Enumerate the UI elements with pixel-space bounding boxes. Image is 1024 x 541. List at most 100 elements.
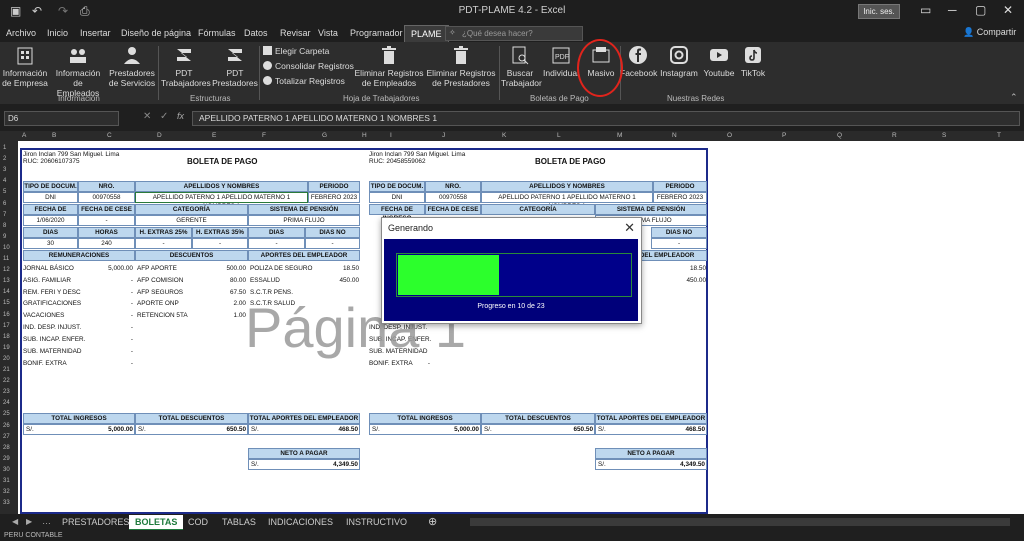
column-header[interactable]: C — [107, 132, 112, 139]
row-header[interactable]: 8 — [3, 223, 6, 229]
column-header[interactable]: T — [997, 132, 1001, 139]
tab-vista[interactable]: Vista — [318, 28, 338, 38]
column-header[interactable]: K — [502, 132, 506, 139]
formula-input[interactable]: APELLIDO PATERNO 1 APELLIDO MATERNO 1 NO… — [192, 111, 1020, 126]
youtube-button[interactable]: Youtube — [702, 44, 736, 78]
pdt-trabajadores-button[interactable]: PDT Trabajadores — [161, 44, 211, 88]
scroll-left-icon[interactable]: ◀ — [12, 517, 18, 526]
value-nombre[interactable]: APELLIDO PATERNO 1 APELLIDO MATERNO 1 NO… — [135, 192, 308, 210]
row-header[interactable]: 27 — [3, 434, 10, 440]
row-header[interactable]: 17 — [3, 323, 10, 329]
row-header[interactable]: 31 — [3, 478, 10, 484]
row-header[interactable]: 19 — [3, 345, 10, 351]
pdt-prestadores-button[interactable]: PDT Prestadores — [212, 44, 258, 88]
row-header[interactable]: 9 — [3, 234, 6, 240]
row-header[interactable]: 28 — [3, 445, 10, 451]
cancel-icon[interactable]: ✕ — [143, 111, 151, 122]
sheet-tab-cod[interactable]: COD — [182, 515, 214, 529]
row-header[interactable]: 20 — [3, 356, 10, 362]
tab-plame[interactable]: PLAME — [404, 25, 449, 43]
more-sheets-icon[interactable]: … — [42, 516, 51, 526]
column-header[interactable]: G — [322, 132, 327, 139]
column-header[interactable]: A — [22, 132, 26, 139]
row-header[interactable]: 30 — [3, 467, 10, 473]
tiktok-button[interactable]: TikTok — [738, 44, 768, 78]
row-header[interactable]: 3 — [3, 167, 6, 173]
row-header[interactable]: 26 — [3, 423, 10, 429]
row-header[interactable]: 23 — [3, 389, 10, 395]
row-header[interactable]: 4 — [3, 178, 6, 184]
column-header[interactable]: L — [557, 132, 561, 139]
collapse-ribbon-icon[interactable]: ⌃ — [1010, 92, 1018, 103]
sheet-tab-instructivo[interactable]: INSTRUCTIVO — [340, 515, 413, 529]
row-header[interactable]: 6 — [3, 201, 6, 207]
tab-archivo[interactable]: Archivo — [6, 28, 36, 38]
row-header[interactable]: 10 — [3, 245, 10, 251]
sheet-tab-boletas[interactable]: BOLETAS — [129, 515, 184, 531]
row-header[interactable]: 5 — [3, 189, 6, 195]
sheet-tab-indicaciones[interactable]: INDICACIONES — [262, 515, 339, 529]
horizontal-scrollbar[interactable] — [470, 518, 1010, 526]
minimize-icon[interactable]: ─ — [948, 3, 957, 17]
info-empleados-button[interactable]: Información de Empleados — [52, 44, 104, 98]
column-header[interactable]: N — [672, 132, 677, 139]
facebook-button[interactable]: Facebook — [620, 44, 657, 78]
column-header[interactable]: M — [617, 132, 622, 139]
eliminar-empleados-button[interactable]: Eliminar Registros de Empleados — [354, 44, 424, 88]
individual-button[interactable]: PDF Individual — [543, 44, 579, 78]
info-empresa-button[interactable]: Información de Empresa — [2, 44, 48, 88]
tab-inicio[interactable]: Inicio — [47, 28, 68, 38]
tab-insertar[interactable]: Insertar — [80, 28, 111, 38]
column-header[interactable]: Q — [837, 132, 842, 139]
elegir-carpeta-button[interactable]: Elegir Carpeta — [263, 46, 329, 56]
row-header[interactable]: 29 — [3, 456, 10, 462]
prestadores-button[interactable]: Prestadores de Servicios — [108, 44, 156, 88]
function-icon[interactable]: fx — [177, 111, 184, 121]
sheet-tab-prestadores[interactable]: PRESTADORES — [56, 515, 135, 529]
tab-diseno[interactable]: Diseño de página — [121, 28, 191, 38]
close-icon[interactable]: ✕ — [624, 220, 635, 236]
row-header[interactable]: 12 — [3, 267, 10, 273]
row-header[interactable]: 1 — [3, 145, 6, 151]
tab-programador[interactable]: Programador — [350, 28, 403, 38]
column-header[interactable]: E — [212, 132, 216, 139]
row-header[interactable]: 21 — [3, 367, 10, 373]
column-header[interactable]: J — [442, 132, 445, 139]
row-header[interactable]: 33 — [3, 500, 10, 506]
row-header[interactable]: 32 — [3, 489, 10, 495]
column-header[interactable]: O — [727, 132, 732, 139]
scroll-right-icon[interactable]: ▶ — [26, 517, 32, 526]
row-header[interactable]: 18 — [3, 334, 10, 340]
column-header[interactable]: P — [782, 132, 786, 139]
close-icon[interactable]: ✕ — [1003, 3, 1013, 17]
column-header[interactable]: I — [390, 132, 392, 139]
column-header[interactable]: B — [52, 132, 56, 139]
eliminar-prestadores-button[interactable]: Eliminar Registros de Prestadores — [426, 44, 496, 88]
tab-formulas[interactable]: Fórmulas — [198, 28, 236, 38]
row-header[interactable]: 2 — [3, 156, 6, 162]
row-header[interactable]: 16 — [3, 312, 10, 318]
buscar-trabajador-button[interactable]: Buscar Trabajador — [501, 44, 542, 88]
enter-icon[interactable]: ✓ — [160, 111, 168, 122]
add-sheet-icon[interactable]: ⊕ — [428, 515, 437, 528]
row-header[interactable]: 15 — [3, 300, 10, 306]
share-button[interactable]: 👤 Compartir — [963, 27, 1016, 38]
search-input[interactable]: ¿Qué desea hacer? — [445, 26, 583, 41]
column-header[interactable]: S — [942, 132, 946, 139]
row-header[interactable]: 25 — [3, 411, 10, 417]
column-header[interactable]: R — [892, 132, 897, 139]
row-header[interactable]: 14 — [3, 289, 10, 295]
row-header[interactable]: 11 — [3, 256, 9, 262]
column-header[interactable]: H — [362, 132, 367, 139]
ribbon-display-icon[interactable]: ▭ — [920, 3, 931, 17]
tab-datos[interactable]: Datos — [244, 28, 268, 38]
totalizar-button[interactable]: Totalizar Registros — [263, 76, 345, 86]
row-header[interactable]: 7 — [3, 212, 6, 218]
sheet-tab-tablas[interactable]: TABLAS — [216, 515, 262, 529]
consolidar-button[interactable]: Consolidar Registros — [263, 61, 354, 71]
sign-in-button[interactable]: Inic. ses. — [858, 4, 900, 19]
name-box[interactable]: D6 — [4, 111, 119, 126]
row-header[interactable]: 13 — [3, 278, 10, 284]
tab-revisar[interactable]: Revisar — [280, 28, 311, 38]
row-header[interactable]: 24 — [3, 400, 10, 406]
